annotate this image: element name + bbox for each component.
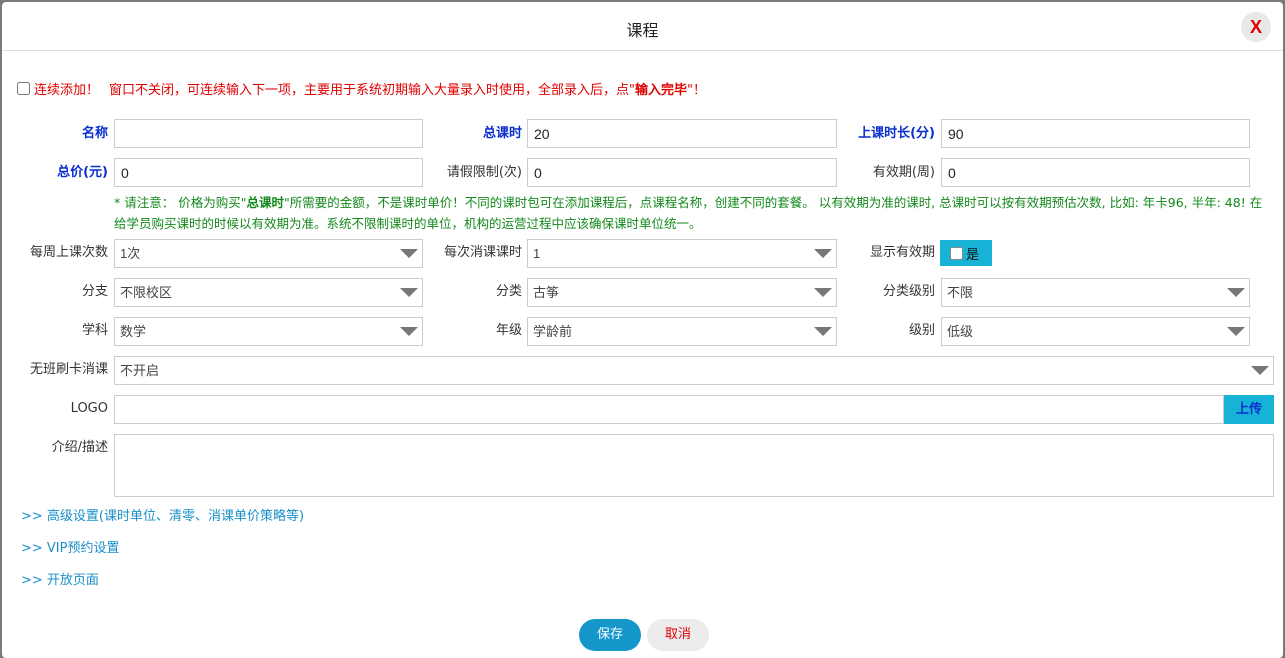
vip-booking-link[interactable]: >> VIP预约设置	[21, 537, 119, 556]
branch-label: 分支	[81, 284, 108, 299]
validity-label: 有效期(周)	[872, 165, 935, 180]
chevron-down-icon	[1227, 288, 1245, 297]
logo-label: LOGO	[70, 401, 108, 416]
level-value: 低级	[947, 324, 974, 339]
duration-input[interactable]	[941, 119, 1250, 148]
continuous-add-label: 连续添加！	[34, 82, 100, 98]
swipe-card-select[interactable]: 不开启	[114, 356, 1274, 385]
level-select[interactable]: 低级	[941, 317, 1250, 346]
name-input[interactable]	[114, 119, 423, 148]
total-hours-label: 总课时	[482, 126, 522, 141]
course-dialog: 课程 X 连续添加！ 窗口不关闭，可连续输入下一项，主要用于系统初期输入大量录入…	[2, 2, 1283, 658]
dialog-title-bar: 课程 X	[2, 2, 1283, 51]
branch-value: 不限校区	[120, 285, 173, 300]
category-value: 古筝	[533, 285, 560, 300]
chevron-down-icon	[1251, 366, 1269, 375]
description-textarea[interactable]	[114, 434, 1274, 497]
leave-limit-input[interactable]	[527, 158, 837, 187]
duration-label: 上课时长(分)	[858, 126, 935, 141]
notice-text-2: "！	[687, 82, 706, 98]
notice-text-1: 窗口不关闭，可连续输入下一项，主要用于系统初期输入大量录入时使用，全部录入后，点…	[109, 82, 635, 98]
grade-value: 学龄前	[533, 324, 573, 339]
price-input[interactable]	[114, 158, 423, 187]
subject-value: 数学	[120, 324, 147, 339]
close-button[interactable]: X	[1241, 12, 1271, 42]
weekly-classes-label: 每周上课次数	[29, 245, 108, 260]
upload-button[interactable]: 上传	[1224, 395, 1274, 424]
hint-text-2: "所需要的金额，不是课时单价！不同的课时包可在添加课程后，点课程名称，创建不同的…	[114, 195, 1263, 231]
category-level-value: 不限	[947, 285, 974, 300]
hint-text-1: * 请注意： 价格为购买"	[114, 195, 247, 210]
dialog-title: 课程	[626, 21, 659, 40]
category-select[interactable]: 古筝	[527, 278, 837, 307]
validity-input[interactable]	[941, 158, 1250, 187]
per-class-hours-select[interactable]: 1	[527, 239, 837, 268]
name-label: 名称	[81, 126, 108, 141]
chevron-down-icon	[814, 249, 832, 258]
notice-text-strong: 输入完毕	[635, 82, 688, 98]
swipe-card-value: 不开启	[120, 363, 160, 378]
show-validity-option: 是	[966, 247, 980, 263]
show-validity-label: 显示有效期	[869, 245, 935, 260]
category-level-select[interactable]: 不限	[941, 278, 1250, 307]
leave-limit-label: 请假限制(次)	[446, 165, 522, 180]
chevron-down-icon	[814, 288, 832, 297]
continuous-add-checkbox[interactable]	[17, 81, 30, 95]
category-label: 分类	[495, 284, 522, 299]
hint-text-strong: 总课时	[246, 195, 284, 210]
open-page-link[interactable]: >> 开放页面	[21, 569, 99, 588]
scrollbar[interactable]	[1273, 52, 1283, 612]
weekly-classes-value: 1次	[120, 246, 141, 261]
subject-label: 学科	[81, 323, 108, 338]
price-hint: * 请注意： 价格为购买"总课时"所需要的金额，不是课时单价！不同的课时包可在添…	[114, 192, 1274, 234]
level-label: 级别	[908, 323, 935, 338]
cancel-button[interactable]: 取消	[647, 619, 709, 651]
continuous-add-notice: 连续添加！ 窗口不关闭，可连续输入下一项，主要用于系统初期输入大量录入时使用，全…	[17, 78, 706, 98]
advanced-settings-link[interactable]: >> 高级设置(课时单位、清零、消课单价策略等)	[21, 505, 304, 524]
chevron-down-icon	[400, 249, 418, 258]
show-validity-checkbox[interactable]	[950, 246, 963, 260]
chevron-down-icon	[400, 288, 418, 297]
per-class-hours-label: 每次消课课时	[443, 245, 522, 260]
chevron-down-icon	[814, 327, 832, 336]
description-label: 介绍/描述	[51, 440, 108, 455]
swipe-card-label: 无班刷卡消课	[29, 362, 108, 377]
branch-select[interactable]: 不限校区	[114, 278, 423, 307]
chevron-down-icon	[400, 327, 418, 336]
category-level-label: 分类级别	[882, 284, 935, 299]
chevron-down-icon	[1227, 327, 1245, 336]
grade-label: 年级	[495, 323, 522, 338]
weekly-classes-select[interactable]: 1次	[114, 239, 423, 268]
logo-input[interactable]	[114, 395, 1224, 424]
per-class-hours-value: 1	[533, 246, 541, 261]
subject-select[interactable]: 数学	[114, 317, 423, 346]
price-label: 总价(元)	[57, 165, 108, 180]
save-button[interactable]: 保存	[579, 619, 641, 651]
show-validity-toggle[interactable]: 是	[940, 240, 992, 266]
grade-select[interactable]: 学龄前	[527, 317, 837, 346]
total-hours-input[interactable]	[527, 119, 837, 148]
